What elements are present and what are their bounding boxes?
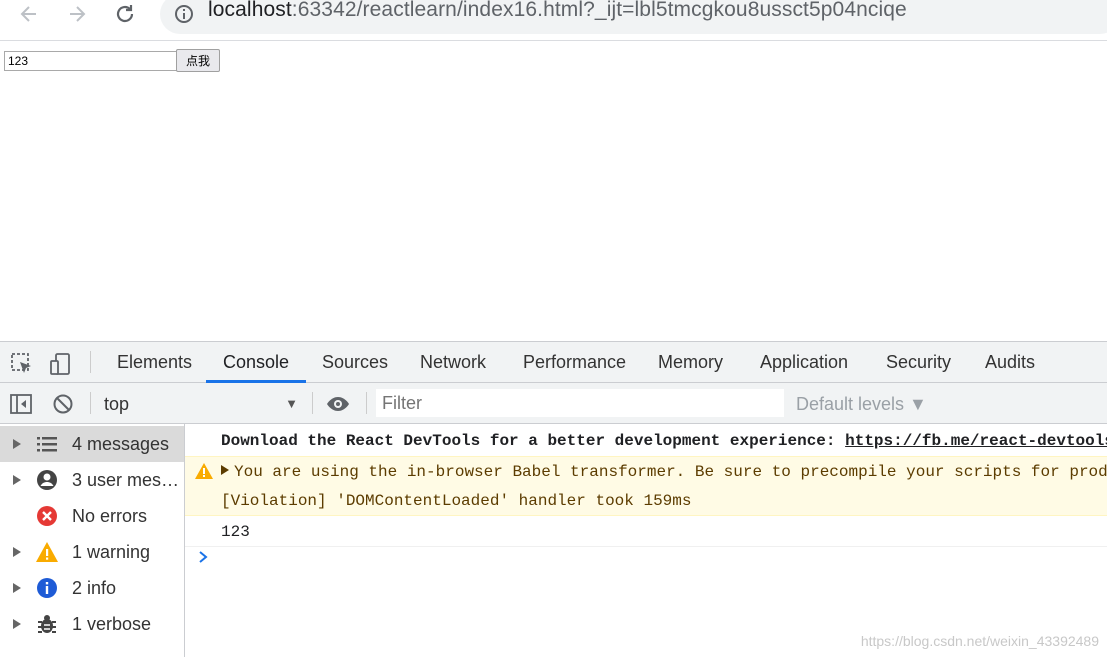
warning-icon [36,542,58,562]
devtools-panel: Elements Console Sources Network Perform… [0,341,1107,657]
sidebar-item-label: No errors [72,505,148,526]
inspect-element-icon[interactable] [10,352,34,376]
context-selector[interactable]: top ▼ [96,391,306,417]
info-icon [37,578,57,598]
sidebar-item-warnings[interactable]: 1 warning [0,534,184,570]
user-icon [37,470,57,490]
expand-arrow-icon[interactable] [12,474,22,486]
context-label: top [104,394,130,414]
tab-security[interactable]: Security [886,342,951,383]
devtools-link[interactable]: https://fb.me/react-devtools [845,432,1107,450]
console-violation: [Violation] 'DOMContentLoaded' handler t… [185,486,1107,516]
divider [366,392,367,414]
sidebar-item-verbose[interactable]: 1 verbose [0,606,184,642]
console-message: Download the React DevTools for a better… [185,426,1107,457]
expand-arrow-icon[interactable] [12,582,22,594]
sidebar-toggle-icon[interactable] [9,392,33,416]
url-host: localhost [208,0,292,21]
watermark: https://blog.csdn.net/weixin_43392489 [860,633,1099,649]
clear-console-icon[interactable] [51,392,75,416]
error-icon [37,506,57,526]
reload-button[interactable] [110,0,140,28]
device-toolbar-icon[interactable] [48,352,72,376]
console-sidebar: 4 messages 3 user mess… No errors 1 warn… [0,424,185,657]
expand-arrow-icon[interactable] [221,465,229,475]
message-text: You are using the in-browser Babel trans… [234,463,1107,481]
message-text: [Violation] 'DOMContentLoaded' handler t… [221,492,692,510]
sidebar-item-label: 1 verbose [72,613,152,634]
log-levels-dropdown[interactable]: Default levels ▼ [796,391,927,417]
sidebar-item-errors[interactable]: No errors [0,498,184,534]
bug-icon [38,615,56,633]
sidebar-item-label: 2 info [72,577,117,598]
sidebar-item-info[interactable]: 2 info [0,570,184,606]
arrow-right-icon [70,6,86,22]
tab-memory[interactable]: Memory [658,342,723,383]
filter-input[interactable] [376,389,784,417]
list-icon [37,437,57,452]
console-toolbar: top ▼ Default levels ▼ [0,383,1107,424]
divider [90,351,91,373]
divider [90,392,91,414]
sidebar-item-label: 1 warning [72,541,151,562]
tab-elements[interactable]: Elements [117,342,192,383]
tab-audits[interactable]: Audits [985,342,1035,383]
expand-arrow-icon[interactable] [12,438,22,450]
tab-performance[interactable]: Performance [523,342,626,383]
sidebar-item-label: 4 messages [72,433,170,454]
message-text: 123 [221,523,250,541]
tab-sources[interactable]: Sources [322,342,388,383]
text-input[interactable] [4,51,177,71]
info-icon[interactable] [174,4,194,24]
back-button[interactable] [14,0,44,28]
divider [312,392,313,414]
url-path: :63342/reactlearn/index16.html?_ijt=lbl5… [291,0,907,21]
eye-icon[interactable] [326,392,350,416]
devtools-tabbar: Elements Console Sources Network Perform… [0,342,1107,383]
dropdown-arrow-icon: ▼ [285,396,298,411]
arrow-left-icon [20,6,36,22]
tab-application[interactable]: Application [760,342,848,383]
url-text[interactable]: localhost:63342/reactlearn/index16.html?… [208,0,907,22]
tab-network[interactable]: Network [420,342,486,383]
click-me-button[interactable]: 点我 [176,49,220,72]
reload-icon [116,5,134,23]
sidebar-item-label: 3 user mess… [72,469,182,490]
console-output: Download the React DevTools for a better… [185,424,1107,657]
address-bar[interactable]: localhost:63342/reactlearn/index16.html?… [160,0,1107,34]
forward-button[interactable] [62,0,92,28]
warning-icon [195,463,213,479]
expand-arrow-icon[interactable] [12,618,22,630]
console-log: 123 [185,517,1107,547]
browser-toolbar: localhost:63342/reactlearn/index16.html?… [0,0,1107,41]
sidebar-item-messages[interactable]: 4 messages [0,426,184,462]
expand-arrow-icon[interactable] [12,546,22,558]
tab-console[interactable]: Console [223,342,289,383]
sidebar-item-user-messages[interactable]: 3 user mess… [0,462,184,498]
console-warning: You are using the in-browser Babel trans… [185,456,1107,486]
message-text: Download the React DevTools for a better… [221,432,846,450]
prompt-chevron-icon[interactable] [197,550,209,564]
